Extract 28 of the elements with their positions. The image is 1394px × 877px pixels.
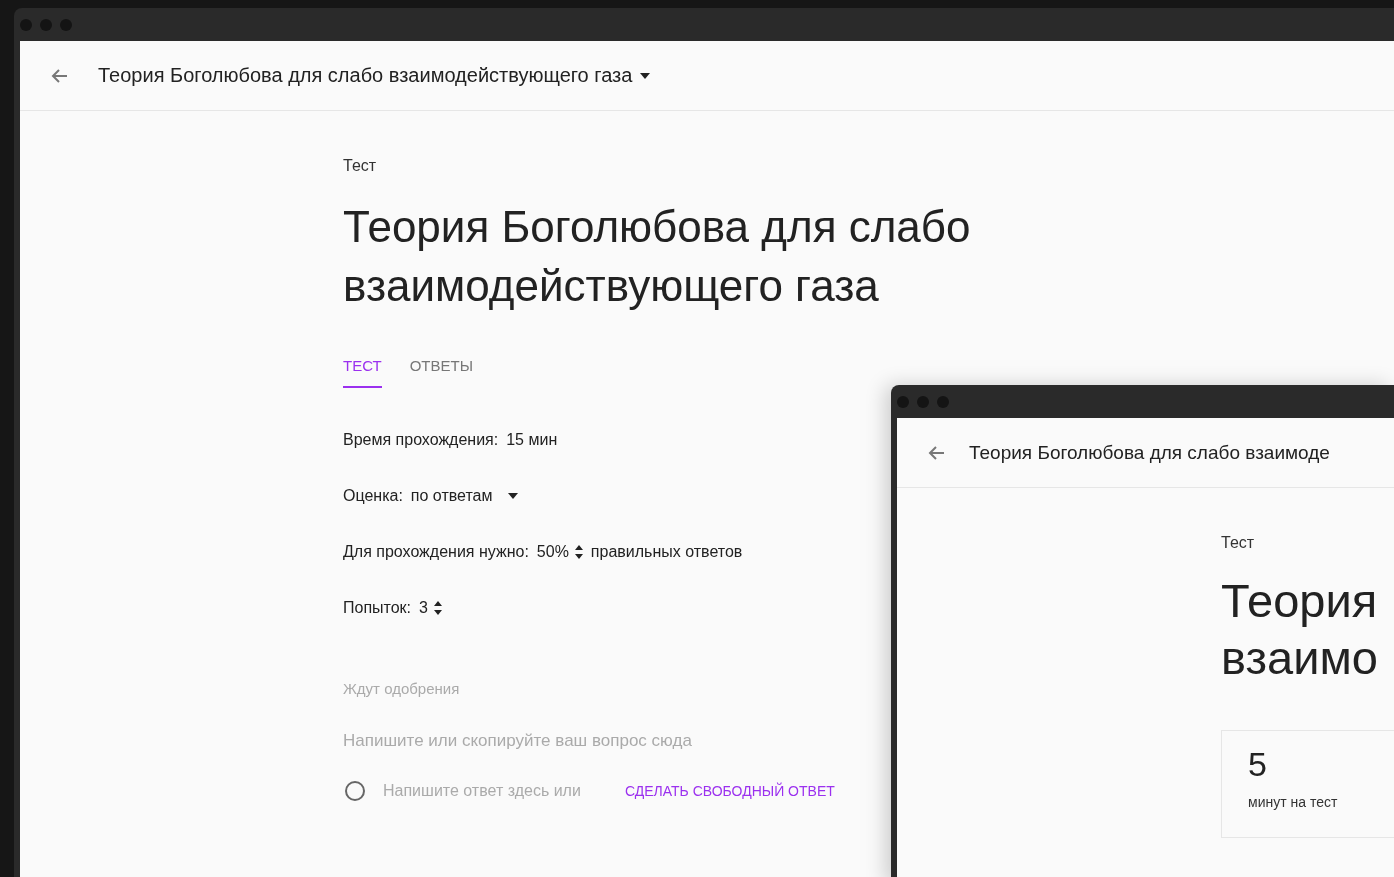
setting-suffix: правильных ответов (590, 543, 743, 561)
setting-label: Время прохождения: (343, 431, 499, 449)
section-label: Ждут одобрения (343, 680, 461, 697)
tab[interactable]: ОТВЕТЫ (409, 353, 473, 388)
type-label: Тест (343, 157, 378, 175)
stat-caption: минут на тест (1248, 794, 1339, 810)
test-title: Теория взаимо (1221, 573, 1379, 686)
setting-label: Попыток: (343, 599, 412, 617)
question-field[interactable]: Напишите или скопируйте ваш вопрос сюда (343, 731, 763, 751)
stepper-icon (433, 600, 442, 616)
caret-icon (508, 493, 519, 499)
setting-stepper[interactable]: 3 (419, 599, 442, 617)
test-title: Теория Боголюбова для слабо взаимодействующего газа (343, 201, 972, 312)
setting-dropdown[interactable]: по ответам (410, 487, 519, 505)
type-label: Тест (1221, 534, 1256, 552)
tab[interactable]: ТЕСТ (343, 353, 382, 388)
setting-label: Для прохождения нужно: (343, 543, 529, 561)
answer-radio[interactable] (345, 781, 365, 801)
page-title-dropdown[interactable]: Теория Боголюбова для слабо взаимодействующего газа (98, 64, 651, 87)
free-answer-link[interactable]: СДЕЛАТЬ СВОБОДНЫЙ ОТВЕТ (625, 783, 835, 799)
stat-value: 5 (1248, 745, 1268, 784)
setting-value: 15 мин (506, 431, 558, 449)
stepper-icon (574, 544, 583, 560)
page-title: Теория Боголюбова для слабо взаимоде (969, 441, 1330, 464)
setting-label: Оценка: (343, 487, 403, 505)
caret-icon (640, 72, 651, 79)
answer-field[interactable]: Напишите ответ здесь или (383, 782, 607, 800)
setting-stepper[interactable]: 50% (536, 543, 583, 561)
